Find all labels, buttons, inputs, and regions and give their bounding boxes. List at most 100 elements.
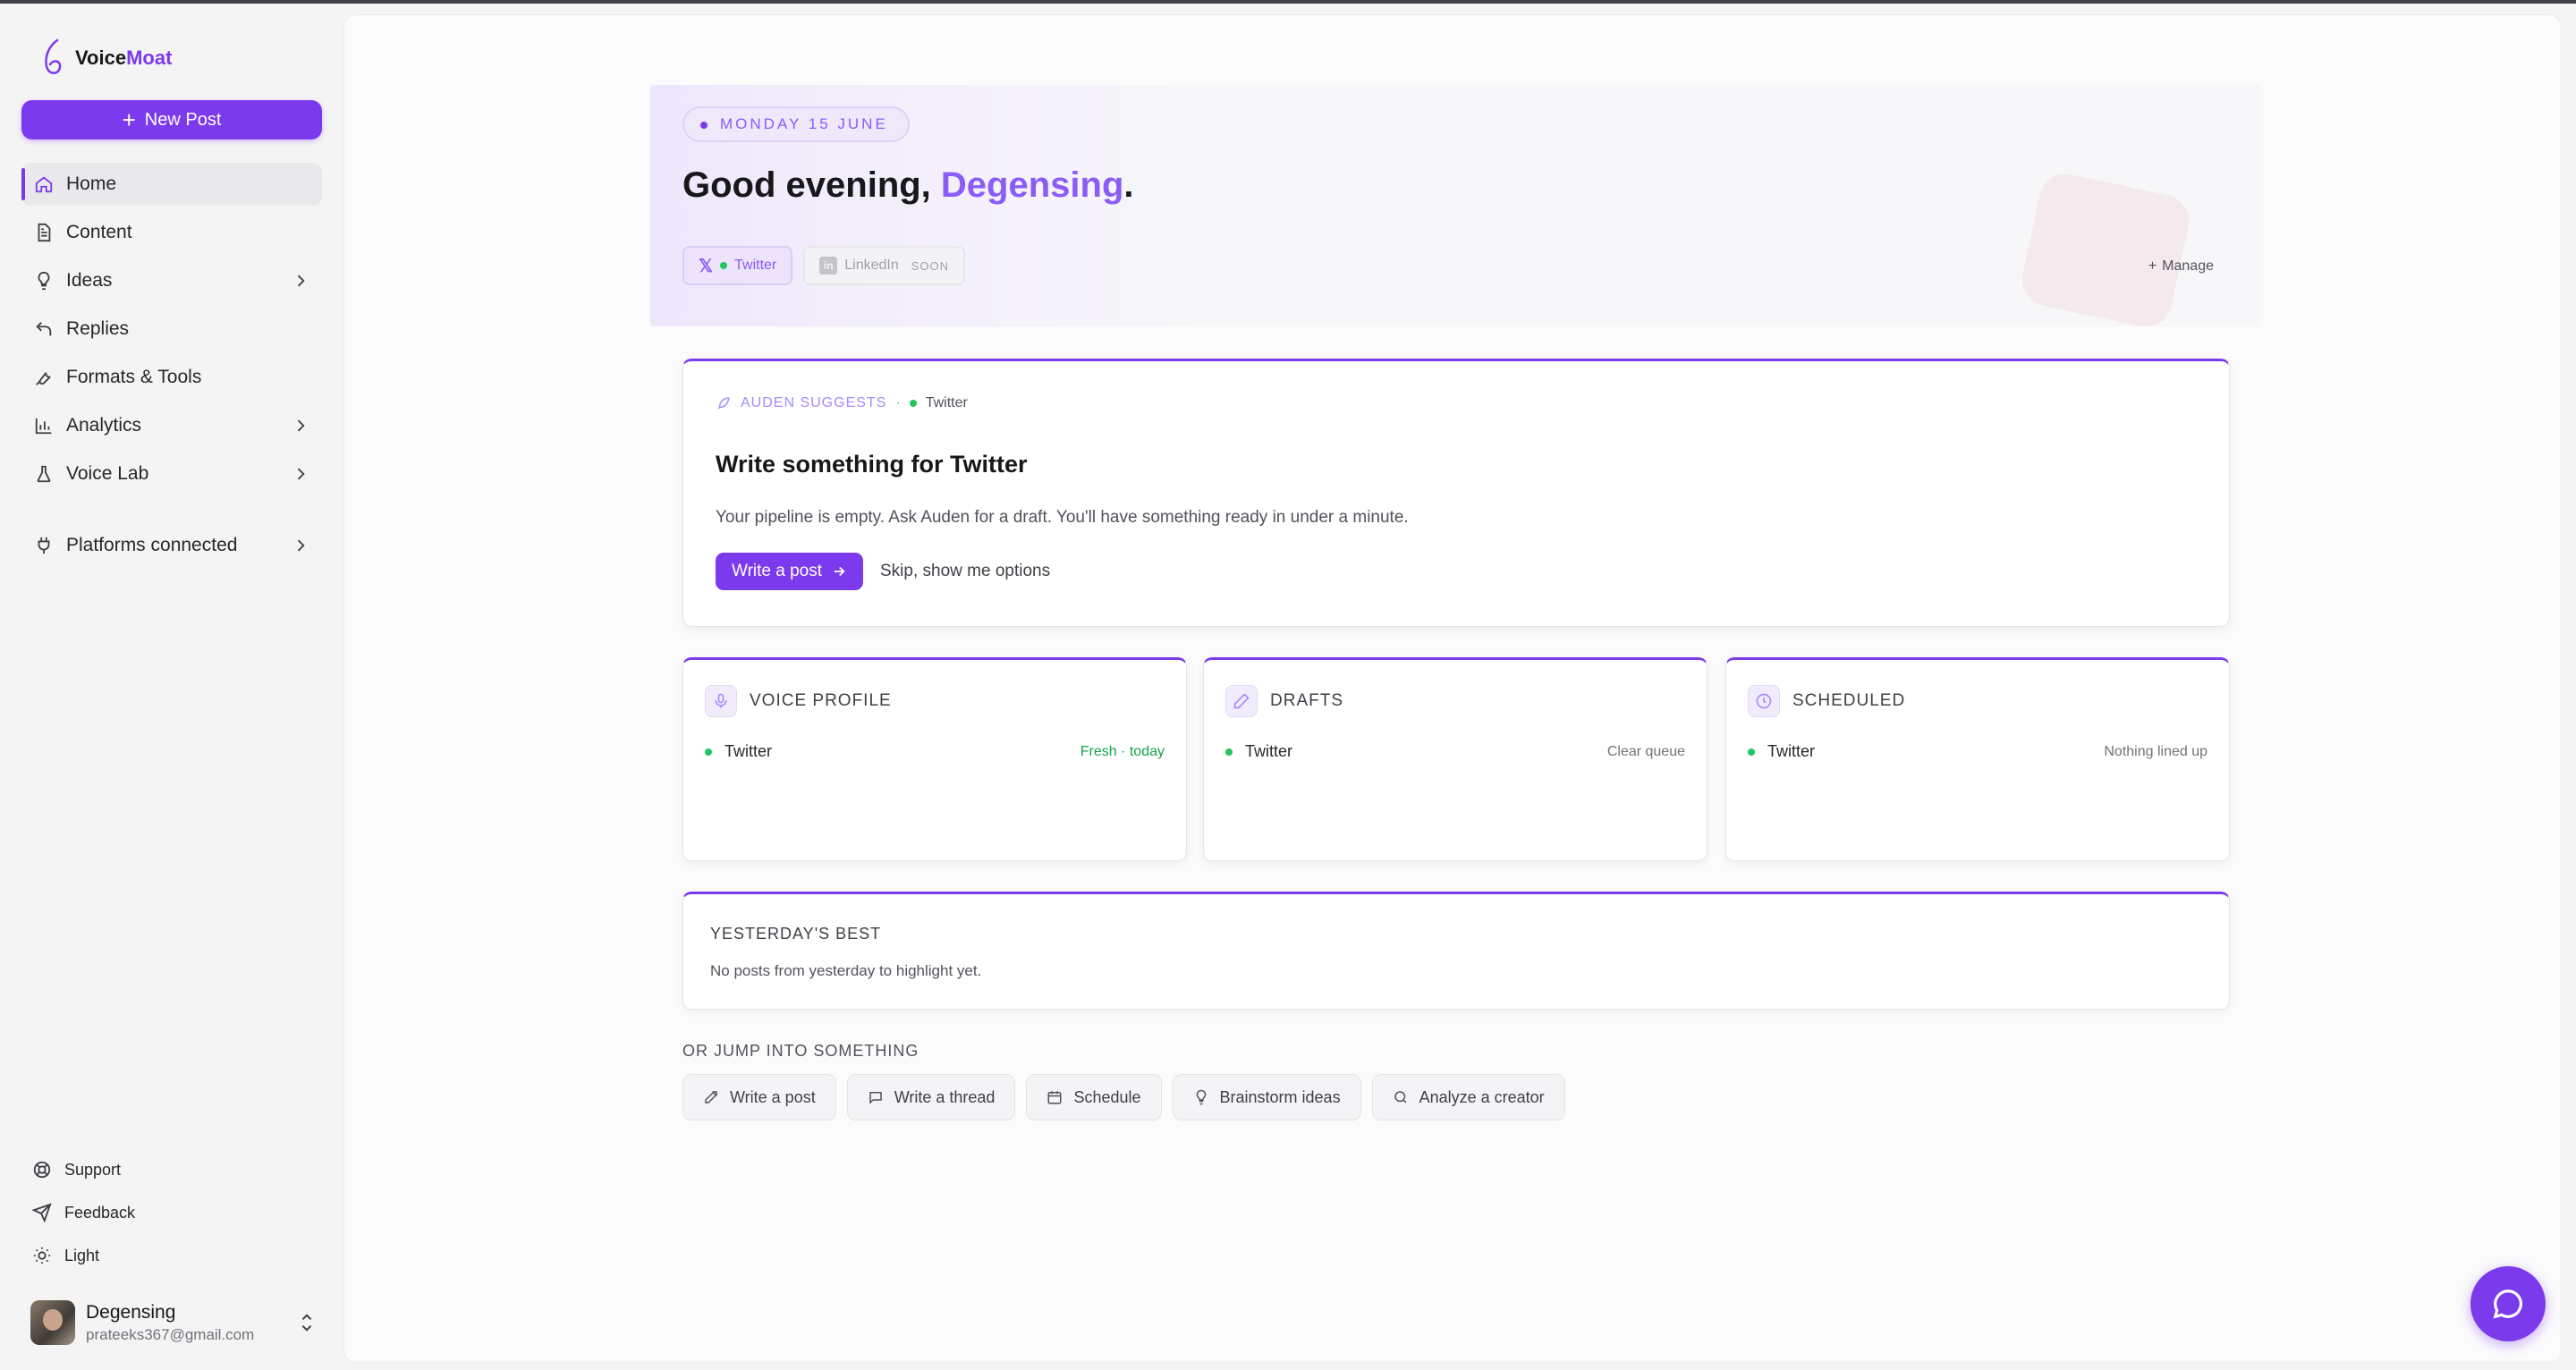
row-status: Fresh · today: [1080, 743, 1165, 759]
suggestion-card: AUDEN SUGGESTS · Twitter Write something…: [682, 359, 2230, 627]
write-post-button[interactable]: Write a post: [716, 553, 864, 590]
chevron-right-icon: [297, 539, 305, 552]
new-post-label: New Post: [144, 109, 222, 130]
write-post-label: Write a post: [732, 562, 823, 580]
card-header: VOICE PROFILE: [705, 685, 892, 717]
quick-actions: Write a post Write a thread Schedule Bra…: [682, 1074, 1565, 1121]
lightbulb-icon: [1196, 1089, 1206, 1105]
quick-brainstorm-button[interactable]: Brainstorm ideas: [1172, 1074, 1361, 1121]
voice-profile-card[interactable]: VOICE PROFILE Twitter Fresh · today: [682, 657, 1187, 861]
sidebar-item-analytics[interactable]: Analytics: [21, 404, 322, 447]
sidebar-item-platforms[interactable]: Platforms connected: [21, 524, 322, 567]
sidebar-item-home[interactable]: Home: [21, 163, 322, 206]
logo[interactable]: VoiceMoat: [39, 38, 172, 79]
new-post-button[interactable]: + New Post: [21, 100, 322, 140]
clock-icon: [1748, 685, 1780, 717]
sun-icon: [33, 1247, 51, 1264]
main-panel: MONDAY 15 JUNE Good evening, Degensing. …: [343, 14, 2562, 1363]
edit-icon: [705, 1091, 717, 1104]
sidebar-item-label: Voice Lab: [66, 463, 149, 484]
scheduled-card[interactable]: SCHEDULED Twitter Nothing lined up: [1725, 657, 2230, 861]
sidebar-footer-links: Support Feedback Light: [32, 1148, 135, 1277]
chevron-right-icon: [297, 468, 305, 480]
decorative-shape: [2017, 168, 2194, 326]
sidebar-item-label: Analytics: [66, 415, 142, 436]
skip-options-link[interactable]: Skip, show me options: [880, 562, 1050, 581]
sidebar-item-voice-lab[interactable]: Voice Lab: [21, 452, 322, 495]
feather-icon: [717, 397, 730, 410]
arrow-right-icon: [834, 566, 845, 577]
lightbulb-icon: [34, 271, 54, 291]
sidebar-item-content[interactable]: Content: [21, 211, 322, 254]
status-dot: [1748, 748, 1755, 756]
date-badge: MONDAY 15 JUNE: [682, 106, 910, 142]
chat-button[interactable]: [2470, 1266, 2546, 1341]
status-dot: [705, 748, 712, 756]
row-platform: Twitter: [724, 742, 773, 760]
home-icon: [34, 174, 54, 194]
quick-analyze-creator-button[interactable]: Analyze a creator: [1371, 1074, 1565, 1121]
page-title: Good evening, Degensing.: [682, 165, 1134, 205]
drafts-card[interactable]: DRAFTS Twitter Clear queue: [1203, 657, 1707, 861]
action-label: Analyze a creator: [1419, 1087, 1545, 1106]
logo-icon: [45, 38, 62, 74]
chevron-up-down-icon: [301, 1314, 312, 1332]
status-dot: [909, 400, 917, 407]
suggestion-title: Write something for Twitter: [716, 451, 1028, 478]
bar-chart-icon: [34, 416, 54, 436]
quick-write-post-button[interactable]: Write a post: [682, 1074, 836, 1121]
document-icon: [34, 223, 54, 242]
yesterdays-best-card: YESTERDAY'S BEST No posts from yesterday…: [682, 892, 2230, 1010]
sidebar: VoiceMoat + New Post Home Content Ideas …: [0, 4, 343, 1370]
theme-toggle[interactable]: Light: [32, 1234, 135, 1277]
card-row: Twitter Fresh · today: [705, 742, 1165, 761]
card-title: DRAFTS: [1270, 691, 1343, 710]
tab-label: LinkedIn: [844, 258, 899, 273]
flask-icon: [34, 464, 54, 484]
action-label: Write a post: [730, 1087, 816, 1106]
linkedin-logo-icon: in: [819, 257, 838, 275]
tab-twitter[interactable]: 𝕏 Twitter: [682, 246, 793, 285]
user-email: prateeks367@gmail.com: [86, 1325, 255, 1343]
feedback-link[interactable]: Feedback: [32, 1191, 135, 1234]
sidebar-item-label: Replies: [66, 318, 130, 339]
chat-bubble-icon: [2493, 1290, 2522, 1319]
tab-linkedin[interactable]: in LinkedIn SOON: [803, 246, 966, 285]
send-icon: [32, 1203, 52, 1222]
row-status: Clear queue: [1606, 743, 1685, 759]
sidebar-item-label: Content: [66, 222, 132, 242]
row-platform: Twitter: [1767, 742, 1816, 760]
row-platform: Twitter: [1245, 742, 1293, 760]
support-link[interactable]: Support: [32, 1148, 135, 1191]
message-icon: [869, 1092, 882, 1104]
jump-section-label: OR JUMP INTO SOMETHING: [682, 1042, 919, 1060]
reply-icon: [34, 319, 54, 339]
platform-tabs: 𝕏 Twitter in LinkedIn SOON: [682, 246, 966, 285]
quick-schedule-button[interactable]: Schedule: [1026, 1074, 1162, 1121]
suggestion-platform: Twitter: [925, 395, 968, 410]
tab-label: Twitter: [734, 258, 777, 273]
card-title: YESTERDAY'S BEST: [710, 925, 882, 943]
sidebar-item-ideas[interactable]: Ideas: [21, 259, 322, 302]
card-header: DRAFTS: [1225, 685, 1343, 717]
sidebar-item-replies[interactable]: Replies: [21, 308, 322, 351]
user-menu[interactable]: Degensing prateeks367@gmail.com: [30, 1297, 317, 1349]
microphone-icon: [705, 685, 737, 717]
quick-write-thread-button[interactable]: Write a thread: [846, 1074, 1016, 1121]
suggestion-header: AUDEN SUGGESTS · Twitter: [716, 395, 968, 411]
sidebar-item-formats-tools[interactable]: Formats & Tools: [21, 356, 322, 399]
manage-label: Manage: [2162, 258, 2214, 274]
sidebar-item-label: Platforms connected: [66, 535, 238, 555]
window-top-border: [0, 0, 2576, 4]
x-logo-icon: 𝕏: [699, 256, 714, 276]
calendar-icon: [1047, 1091, 1062, 1104]
lifebuoy-icon: [33, 1161, 51, 1179]
brand-name: VoiceMoat: [75, 47, 173, 69]
plus-icon: +: [2148, 258, 2157, 274]
card-description: No posts from yesterday to highlight yet…: [710, 962, 982, 979]
separator: ·: [895, 395, 901, 410]
manage-button[interactable]: + Manage: [2148, 258, 2214, 275]
sidebar-item-label: Ideas: [66, 270, 113, 291]
feedback-label: Feedback: [64, 1203, 136, 1222]
